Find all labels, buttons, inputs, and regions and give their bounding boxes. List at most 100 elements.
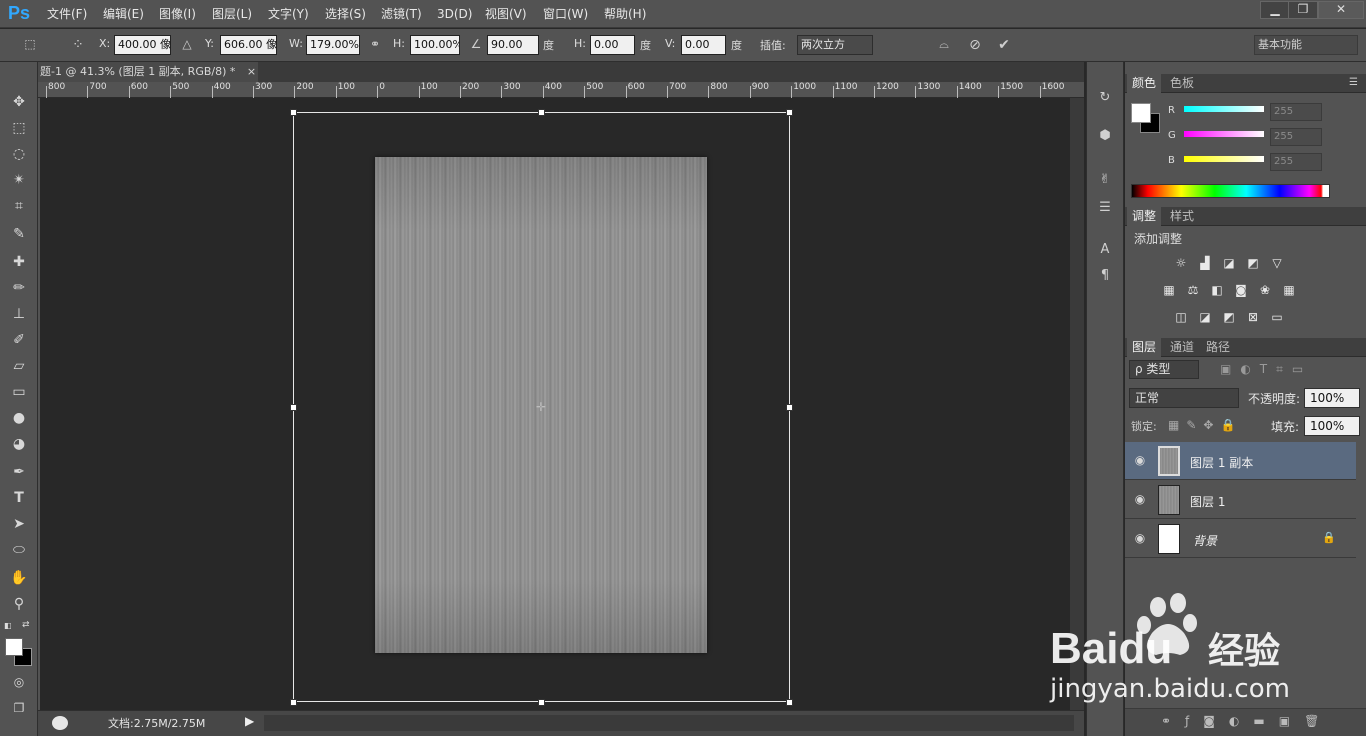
eraser-tool-icon[interactable]: ▱ <box>4 354 34 378</box>
menu-filter[interactable]: 滤镜(T) <box>381 0 422 28</box>
zoom-tool-icon[interactable]: ⚲ <box>4 592 34 616</box>
tab-adjustments[interactable]: 调整 <box>1127 207 1162 226</box>
interpolation-select[interactable]: 两次立方 <box>797 35 873 55</box>
marquee-tool-icon[interactable]: ⬚ <box>4 116 34 140</box>
curves-icon[interactable]: ◪ <box>1220 255 1238 271</box>
invert-icon[interactable]: ◫ <box>1172 309 1190 325</box>
healing-brush-icon[interactable]: ✚ <box>4 250 34 274</box>
r-value[interactable]: 255 <box>1270 103 1322 121</box>
commit-transform-icon[interactable]: ✔ <box>996 37 1012 53</box>
magic-wand-icon[interactable]: ✴ <box>4 168 34 192</box>
tab-color[interactable]: 颜色 <box>1127 74 1162 93</box>
lasso-tool-icon[interactable]: ◌ <box>4 142 34 166</box>
horizontal-scrollbar[interactable] <box>264 715 1074 731</box>
transform-tool-preset-icon[interactable]: ⬚ <box>22 37 38 51</box>
width-field[interactable]: 179.00% <box>306 35 360 55</box>
panel-menu-icon[interactable]: ☰ <box>1349 77 1358 88</box>
move-tool-icon[interactable]: ✥ <box>4 90 34 114</box>
menu-3d[interactable]: 3D(D) <box>437 0 472 28</box>
properties-icon[interactable]: ☰ <box>1090 196 1120 220</box>
g-value[interactable]: 255 <box>1270 128 1322 146</box>
opacity-field[interactable]: 100% <box>1304 388 1360 408</box>
exposure-icon[interactable]: ◩ <box>1244 255 1262 271</box>
menu-image[interactable]: 图像(I) <box>159 0 196 28</box>
menu-edit[interactable]: 编辑(E) <box>103 0 144 28</box>
menu-window[interactable]: 窗口(W) <box>543 0 588 28</box>
menu-help[interactable]: 帮助(H) <box>604 0 646 28</box>
tab-swatches[interactable]: 色板 <box>1165 74 1199 93</box>
y-field[interactable]: 606.00 像 <box>220 35 277 55</box>
b-slider[interactable] <box>1184 156 1264 162</box>
type-tool-icon[interactable]: T <box>4 486 34 510</box>
layer-row-1[interactable]: ◉ 图层 1 <box>1125 481 1356 519</box>
layer-name[interactable]: 图层 1 <box>1190 493 1225 510</box>
b-value[interactable]: 255 <box>1270 153 1322 171</box>
vskew-field[interactable]: 0.00 <box>681 35 726 55</box>
menu-select[interactable]: 选择(S) <box>325 0 366 28</box>
vibrance-icon[interactable]: ▽ <box>1268 255 1286 271</box>
delta-icon[interactable]: △ <box>179 37 195 51</box>
handle-bottom-left[interactable] <box>290 699 297 706</box>
layer-filter-select[interactable]: ρ 类型 <box>1129 360 1199 379</box>
hskew-field[interactable]: 0.00 <box>590 35 635 55</box>
selective-color-icon[interactable]: ▭ <box>1268 309 1286 325</box>
tab-styles[interactable]: 样式 <box>1165 207 1199 226</box>
lock-icons[interactable]: ▦✎✥🔒 <box>1168 418 1242 432</box>
gradient-tool-icon[interactable]: ▭ <box>4 380 34 404</box>
fill-field[interactable]: 100% <box>1304 416 1360 436</box>
default-colors-icon[interactable]: ◧ <box>4 621 14 631</box>
brush-tool-icon[interactable]: ✏ <box>4 276 34 300</box>
layer-name[interactable]: 背景 <box>1193 532 1217 549</box>
x-field[interactable]: 400.00 像 <box>114 35 171 55</box>
r-slider[interactable] <box>1184 106 1264 112</box>
tab-paths[interactable]: 路径 <box>1201 338 1235 357</box>
pen-tool-icon[interactable]: ✒ <box>4 460 34 484</box>
swap-colors-icon[interactable]: ⇄ <box>22 620 32 630</box>
stamp-tool-icon[interactable]: ⊥ <box>4 302 34 326</box>
handle-bottom-center[interactable] <box>538 699 545 706</box>
link-icon[interactable]: ⚭ <box>367 37 383 51</box>
menu-layer[interactable]: 图层(L) <box>212 0 252 28</box>
color-lookup-icon[interactable]: ▦ <box>1280 282 1298 298</box>
hue-saturation-icon[interactable]: ▦ <box>1160 282 1178 298</box>
eyedropper-icon[interactable]: ✎ <box>4 222 34 246</box>
filter-icons[interactable]: ▣◐T⌗▭ <box>1220 362 1312 377</box>
dodge-tool-icon[interactable]: ◕ <box>4 432 34 456</box>
document-tab[interactable]: 题-1 @ 41.3% (图层 1 副本, RGB/8) * × <box>38 62 258 82</box>
posterize-icon[interactable]: ◪ <box>1196 309 1214 325</box>
handle-bottom-right[interactable] <box>786 699 793 706</box>
height-field[interactable]: 100.00% <box>410 35 460 55</box>
brightness-icon[interactable]: ☼ <box>1172 255 1190 271</box>
levels-icon[interactable]: ▟ <box>1196 255 1214 271</box>
handle-top-right[interactable] <box>786 109 793 116</box>
menu-file[interactable]: 文件(F) <box>47 0 87 28</box>
layer-row-background[interactable]: ◉ 背景 🔒 <box>1125 520 1356 558</box>
photo-filter-icon[interactable]: ◙ <box>1232 282 1250 298</box>
color-spectrum[interactable] <box>1131 184 1330 198</box>
foreground-color-swatch[interactable] <box>5 638 23 656</box>
layer-name[interactable]: 图层 1 副本 <box>1190 454 1253 471</box>
g-slider[interactable] <box>1184 131 1264 137</box>
visibility-eye-icon[interactable]: ◉ <box>1133 453 1147 467</box>
transform-bounding-box[interactable] <box>293 112 790 702</box>
handle-top-left[interactable] <box>290 109 297 116</box>
brush-presets-icon[interactable]: ✌ <box>1090 168 1120 192</box>
handle-middle-left[interactable] <box>290 404 297 411</box>
angle-field[interactable]: 90.00 <box>487 35 539 55</box>
quick-mask-icon[interactable]: ◎ <box>4 670 34 694</box>
handle-top-center[interactable] <box>538 109 545 116</box>
history-brush-icon[interactable]: ✐ <box>4 328 34 352</box>
ellipse-tool-icon[interactable]: ⬭ <box>4 538 34 562</box>
document-close-icon[interactable]: × <box>247 65 256 78</box>
status-info-icon[interactable] <box>52 716 68 730</box>
path-select-icon[interactable]: ➤ <box>4 512 34 536</box>
history-panel-icon[interactable]: ↻ <box>1090 86 1120 110</box>
hand-tool-icon[interactable]: ✋ <box>4 566 34 590</box>
close-window-button[interactable]: ✕ <box>1318 1 1364 19</box>
tab-channels[interactable]: 通道 <box>1165 338 1199 357</box>
paragraph-panel-icon[interactable]: ¶ <box>1090 264 1120 288</box>
restore-button[interactable]: ❐ <box>1288 1 1318 19</box>
layer-action-icons[interactable]: ⚭ƒ◙◐▬▣🗑 <box>1161 714 1333 728</box>
color-balance-icon[interactable]: ⚖ <box>1184 282 1202 298</box>
threshold-icon[interactable]: ◩ <box>1220 309 1238 325</box>
